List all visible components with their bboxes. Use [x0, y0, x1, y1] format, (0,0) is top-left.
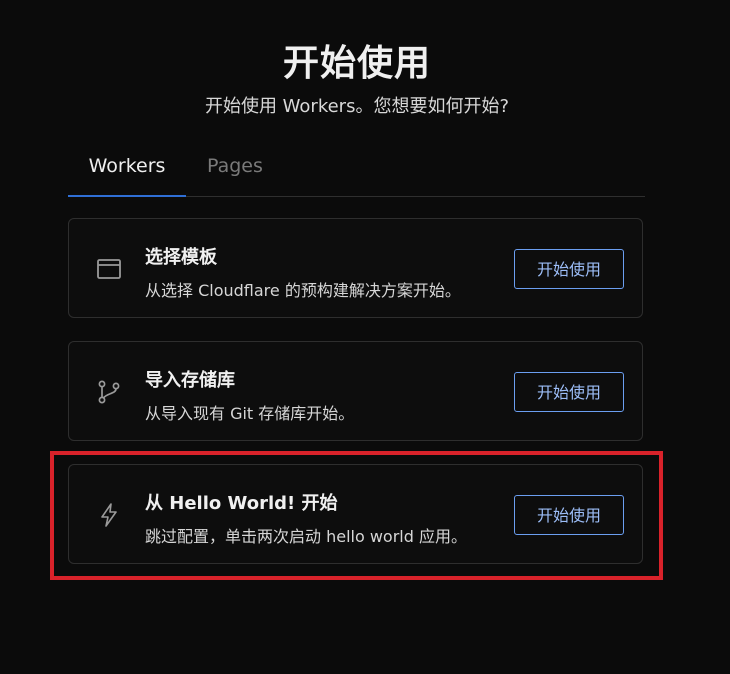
start-import-button[interactable]: 开始使用: [514, 372, 624, 412]
tab-bar: Workers Pages: [68, 140, 645, 197]
option-title: 从 Hello World! 开始: [145, 493, 338, 514]
git-branch-icon: [95, 378, 123, 406]
page-title: 开始使用: [282, 43, 431, 84]
option-description: 跳过配置，单击两次启动 hello world 应用。: [145, 527, 467, 546]
get-started-page: 开始使用 开始使用 Workers。您想要如何开始? Workers Pages…: [0, 0, 730, 674]
browser-window-icon: [95, 255, 123, 283]
page-subtitle: 开始使用 Workers。您想要如何开始?: [204, 96, 510, 117]
option-description: 从导入现有 Git 存储库开始。: [145, 404, 355, 423]
option-title: 导入存储库: [145, 370, 235, 391]
start-hello-world-button[interactable]: 开始使用: [514, 495, 624, 535]
lightning-bolt-icon: [95, 501, 123, 529]
option-card-hello-world: 从 Hello World! 开始 跳过配置，单击两次启动 hello worl…: [68, 464, 643, 564]
start-template-button[interactable]: 开始使用: [514, 249, 624, 289]
tab-pages[interactable]: Pages: [207, 140, 263, 196]
option-title: 选择模板: [145, 247, 217, 268]
tab-workers[interactable]: Workers: [68, 140, 186, 197]
option-card-template: 选择模板 从选择 Cloudflare 的预构建解决方案开始。 开始使用: [68, 218, 643, 318]
option-card-import-repo: 导入存储库 从导入现有 Git 存储库开始。 开始使用: [68, 341, 643, 441]
option-description: 从选择 Cloudflare 的预构建解决方案开始。: [145, 281, 461, 300]
